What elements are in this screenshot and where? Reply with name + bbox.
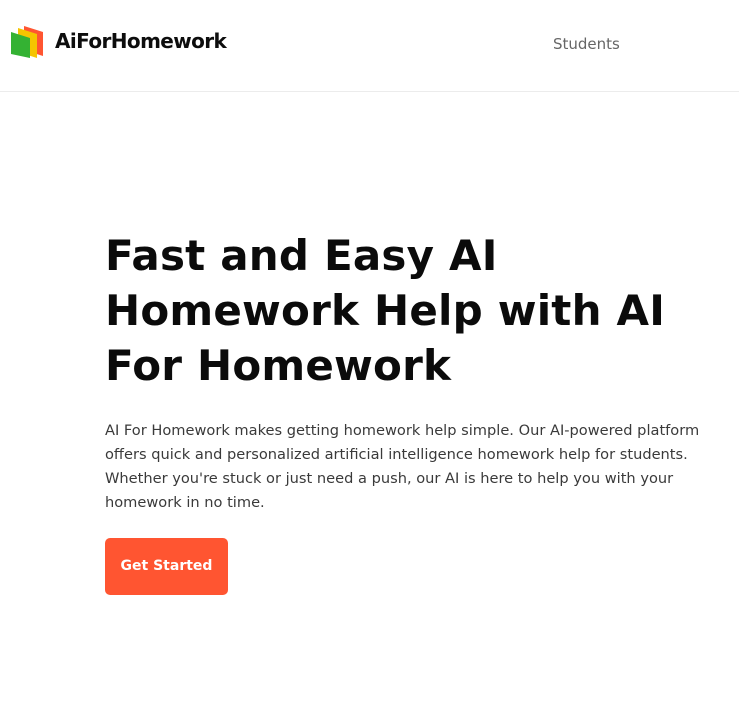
nav-link-students[interactable]: Students [553, 34, 620, 54]
get-started-button[interactable]: Get Started [105, 538, 228, 595]
brand-logo[interactable]: AiForHomework [10, 24, 227, 58]
book-stack-logo-icon [11, 26, 43, 58]
hero-section: Fast and Easy AI Homework Help with AI F… [105, 228, 735, 595]
hero-description: AI For Homework makes getting homework h… [105, 422, 700, 511]
hero-title: Fast and Easy AI Homework Help with AI F… [105, 231, 666, 390]
brand-name: AiForHomework [55, 29, 227, 53]
site-header: AiForHomework Students [0, 0, 739, 92]
